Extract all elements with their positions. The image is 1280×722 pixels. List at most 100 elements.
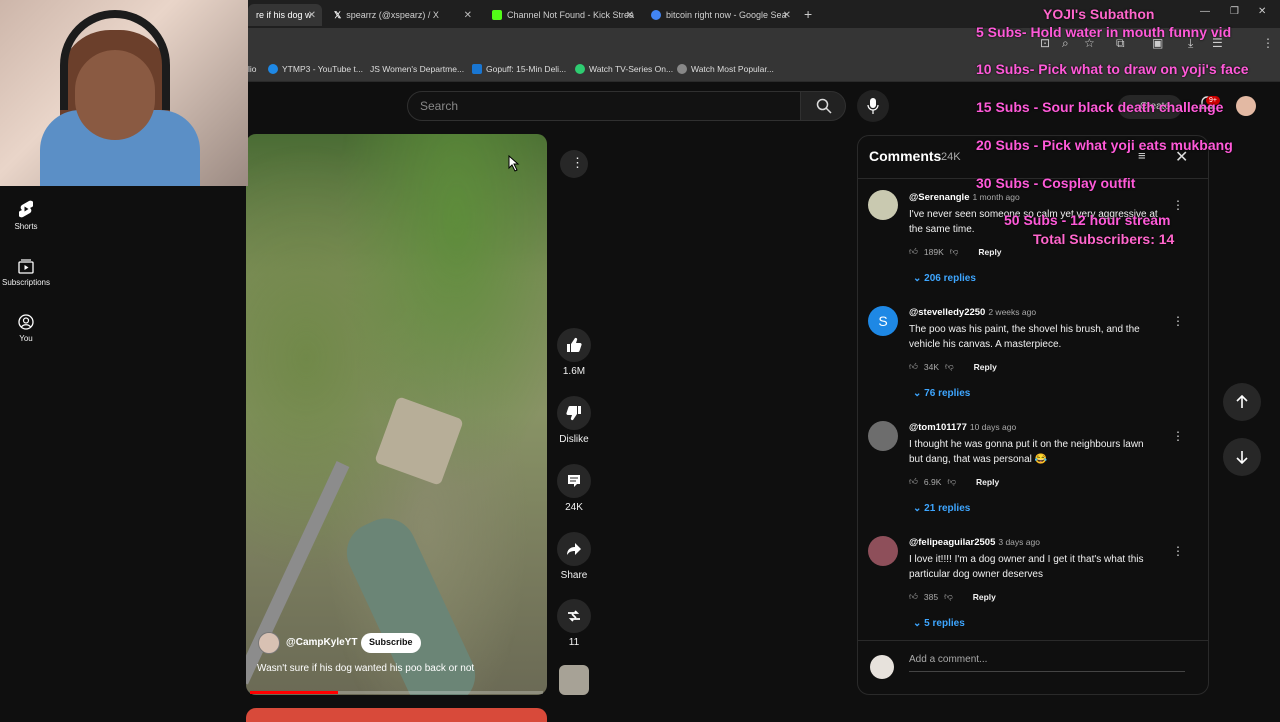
comments-button[interactable]: 24K xyxy=(556,464,592,513)
comment-author[interactable]: @stevelledy2250 2 weeks ago xyxy=(909,307,1036,318)
bookmark-item[interactable]: Gopuff: 15-Min Deli... xyxy=(472,64,566,74)
author-name: @felipeaguilar2505 xyxy=(909,537,996,548)
sound-thumbnail[interactable] xyxy=(559,665,589,695)
channel-avatar[interactable] xyxy=(258,632,280,654)
thumbs-down-icon[interactable]: 👎︎ xyxy=(950,246,959,257)
next-short-button[interactable] xyxy=(1223,438,1261,476)
ytmp3-icon xyxy=(268,64,278,74)
tv-series-icon xyxy=(575,64,585,74)
subathon-goal: 10 Subs- Pick what to draw on yoji's fac… xyxy=(976,61,1249,77)
maximize-icon[interactable]: ❐ xyxy=(1230,6,1239,17)
subathon-goal: 50 Subs - 12 hour stream xyxy=(1004,212,1171,228)
tab-kick[interactable]: Channel Not Found - Kick Strea ✕ xyxy=(484,4,640,26)
comment-avatar[interactable] xyxy=(868,190,898,220)
comment-time: 1 month ago xyxy=(972,192,1020,202)
window-close-icon[interactable]: ✕ xyxy=(1258,6,1266,17)
like-button[interactable]: 1.6M xyxy=(556,328,592,377)
you-icon xyxy=(18,314,34,330)
view-replies-button[interactable]: ⌄ 206 replies xyxy=(913,273,976,284)
comment-more-icon[interactable]: ⋮ xyxy=(1172,314,1184,328)
nav-shorts[interactable]: Shorts xyxy=(0,200,52,231)
kebab-menu-icon[interactable]: ⋮ xyxy=(1262,36,1274,50)
bookmark-item[interactable]: YTMP3 - YouTube t... xyxy=(268,64,363,74)
thumbs-up-icon[interactable]: 👍︎ xyxy=(909,246,918,257)
tab-title: re if his dog w xyxy=(256,10,312,20)
subathon-title: YOJI's Subathon xyxy=(1043,6,1155,22)
comment-avatar[interactable] xyxy=(868,421,898,451)
thumbs-up-icon xyxy=(567,337,582,353)
like-count: 189K xyxy=(923,246,944,257)
nav-you[interactable]: You xyxy=(0,314,52,343)
tab-close-icon[interactable]: ✕ xyxy=(464,10,472,21)
thumbs-up-icon[interactable]: 👍︎ xyxy=(909,361,918,372)
tab-x[interactable]: 𝕏 spearrz (@xspearz) / X ✕ xyxy=(326,4,478,26)
nav-label: Subscriptions xyxy=(1,278,51,287)
view-replies-button[interactable]: ⌄ 5 replies xyxy=(913,618,965,629)
progress-bar-fill xyxy=(250,691,338,694)
comment-avatar[interactable]: S xyxy=(868,306,898,336)
previous-short-button[interactable] xyxy=(1223,383,1261,421)
minimize-icon[interactable]: — xyxy=(1200,6,1210,17)
replies-count: 21 replies xyxy=(924,503,971,514)
dislike-circle xyxy=(557,396,591,430)
new-tab-button[interactable]: + xyxy=(804,6,812,22)
reply-button[interactable]: Reply xyxy=(974,362,997,372)
share-button[interactable]: Share xyxy=(556,532,592,581)
bookmark-label: lio xyxy=(248,64,257,74)
comment-author[interactable]: @tom101177 10 days ago xyxy=(909,422,1016,433)
comment-more-icon[interactable]: ⋮ xyxy=(1172,429,1184,443)
comments-count: 24K xyxy=(941,151,961,163)
subscribe-button[interactable]: Subscribe xyxy=(361,633,421,653)
thumbs-down-icon[interactable]: 👎︎ xyxy=(944,591,953,602)
subathon-goal: 15 Subs - Sour black death challenge xyxy=(976,99,1224,115)
subathon-goal: 20 Subs - Pick what yoji eats mukbang xyxy=(976,137,1233,153)
view-replies-button[interactable]: ⌄ 76 replies xyxy=(913,388,970,399)
dislike-button[interactable]: Dislike xyxy=(556,396,592,445)
comment-more-icon[interactable]: ⋮ xyxy=(1172,544,1184,558)
voice-search-button[interactable] xyxy=(857,90,889,122)
comment-time: 3 days ago xyxy=(998,537,1040,547)
comment-count: 24K xyxy=(565,502,583,513)
tab-close-icon[interactable]: ✕ xyxy=(783,10,791,21)
comment-author[interactable]: @Serenangle 1 month ago xyxy=(909,192,1020,203)
comment-author[interactable]: @felipeaguilar2505 3 days ago xyxy=(909,537,1040,548)
popular-icon xyxy=(677,64,687,74)
comment-avatar[interactable] xyxy=(868,536,898,566)
comment-time: 2 weeks ago xyxy=(988,307,1037,317)
channel-name[interactable]: @CampKyleYT xyxy=(286,637,357,648)
replies-count: 206 replies xyxy=(924,273,976,284)
short-video-player[interactable] xyxy=(246,134,547,695)
tab-google[interactable]: bitcoin right now - Google Sea ✕ xyxy=(643,4,797,26)
avatar-letter: S xyxy=(878,313,888,329)
x-logo-icon: 𝕏 xyxy=(334,9,342,20)
add-comment-input[interactable]: Add a comment... xyxy=(909,654,1185,672)
view-replies-button[interactable]: ⌄ 21 replies xyxy=(913,503,970,514)
thumbs-up-icon[interactable]: 👍︎ xyxy=(909,476,918,487)
thumbs-up-icon[interactable]: 👍︎ xyxy=(909,591,918,602)
video-title[interactable]: Wasn't sure if his dog wanted his poo ba… xyxy=(257,663,474,674)
bookmark-item[interactable]: Watch Most Popular... xyxy=(677,64,774,74)
bookmark-label: Watch Most Popular... xyxy=(691,64,774,74)
nav-subscriptions[interactable]: Subscriptions xyxy=(0,258,52,287)
reply-button[interactable]: Reply xyxy=(976,477,999,487)
search-input[interactable]: Search xyxy=(407,91,801,121)
account-avatar[interactable] xyxy=(1236,96,1256,116)
search-button[interactable] xyxy=(800,91,846,121)
comment-more-icon[interactable]: ⋮ xyxy=(1172,198,1184,212)
tab-youtube[interactable]: re if his dog w ✕ xyxy=(248,4,322,26)
tab-close-icon[interactable]: ✕ xyxy=(626,10,634,21)
thumbs-down-icon[interactable]: 👎︎ xyxy=(945,361,954,372)
bookmark-item[interactable]: lio xyxy=(248,64,257,74)
replies-count: 5 replies xyxy=(924,618,965,629)
bookmark-item[interactable]: Watch TV-Series On... xyxy=(575,64,673,74)
remix-button[interactable]: 11 xyxy=(556,599,592,648)
comment-icon xyxy=(568,475,580,487)
tab-close-icon[interactable]: ✕ xyxy=(308,10,316,21)
reply-button[interactable]: Reply xyxy=(973,592,996,602)
video-more-button[interactable]: ⋮ xyxy=(560,150,588,178)
bookmark-item[interactable]: JS Women's Departme... xyxy=(370,64,464,74)
remix-icon xyxy=(568,610,580,622)
reply-button[interactable]: Reply xyxy=(978,247,1001,257)
thumbs-down-icon[interactable]: 👎︎ xyxy=(947,476,956,487)
gopuff-icon xyxy=(472,64,482,74)
